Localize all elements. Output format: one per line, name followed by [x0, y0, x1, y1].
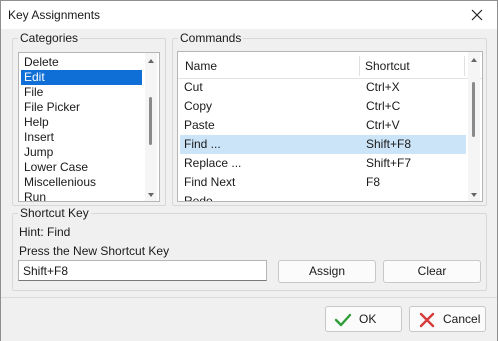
command-name: Cut: [184, 80, 203, 94]
command-row-selected[interactable]: Find ... Shift+F8: [180, 135, 466, 154]
category-item[interactable]: Delete: [21, 55, 142, 70]
command-row[interactable]: Copy Ctrl+C: [180, 97, 466, 116]
command-name: Find ...: [184, 137, 221, 151]
title-bar: Key Assignments: [1, 1, 497, 29]
command-shortcut: Ctrl+C: [366, 99, 401, 113]
clear-button-label: Clear: [417, 264, 447, 278]
shortcut-key-group: Shortcut Key Hint: Find Press the New Sh…: [12, 206, 487, 291]
column-header-name[interactable]: Name: [185, 59, 217, 73]
clear-button[interactable]: Clear: [383, 260, 481, 283]
scroll-down-icon[interactable]: [468, 189, 480, 199]
categories-group: Categories Delete Edit File File Picker …: [12, 31, 166, 206]
prompt-text: Press the New Shortcut Key: [19, 244, 170, 258]
category-item-selected[interactable]: Edit: [21, 70, 142, 85]
category-item[interactable]: File: [21, 85, 142, 100]
categories-scrollbar[interactable]: [145, 53, 157, 201]
commands-listview[interactable]: Name Shortcut Cut Ctrl+X Copy Ctrl+C Pas…: [177, 51, 483, 202]
ok-button-label: OK: [359, 312, 377, 326]
checkmark-icon: [334, 312, 352, 331]
categories-listbox[interactable]: Delete Edit File File Picker Help Insert…: [18, 52, 160, 202]
window-title: Key Assignments: [8, 8, 101, 22]
commands-scrollbar[interactable]: [468, 52, 480, 201]
scroll-up-icon[interactable]: [468, 54, 480, 64]
command-name: Find Next: [184, 175, 236, 189]
cancel-x-icon: [418, 312, 436, 331]
category-item[interactable]: Miscellenious: [21, 175, 142, 190]
column-header-shortcut[interactable]: Shortcut: [365, 59, 410, 73]
category-item[interactable]: Run: [21, 190, 142, 201]
key-assignments-dialog: Key Assignments Categories Delete Edit F…: [0, 0, 498, 341]
scroll-up-icon[interactable]: [145, 55, 157, 65]
command-row[interactable]: Cut Ctrl+X: [180, 78, 466, 97]
shortcut-input[interactable]: Shift+F8: [18, 260, 267, 281]
scrollbar-thumb[interactable]: [149, 97, 152, 145]
command-row[interactable]: Redo: [180, 192, 466, 202]
scroll-down-icon[interactable]: [145, 189, 157, 199]
dialog-footer: OK Cancel: [1, 297, 497, 341]
command-shortcut: Ctrl+V: [366, 118, 400, 132]
command-shortcut: Shift+F8: [366, 137, 412, 151]
command-shortcut: F8: [366, 175, 381, 189]
commands-label: Commands: [178, 31, 244, 45]
cancel-button-label: Cancel: [443, 312, 481, 326]
scrollbar-thumb[interactable]: [472, 82, 475, 137]
assign-button[interactable]: Assign: [278, 260, 376, 283]
ok-button[interactable]: OK: [325, 306, 402, 332]
assign-button-label: Assign: [308, 264, 346, 278]
cancel-button[interactable]: Cancel: [409, 306, 486, 332]
category-item[interactable]: Lower Case: [21, 160, 142, 175]
command-shortcut: Shift+F7: [366, 156, 412, 170]
hint-text: Hint: Find: [19, 225, 71, 239]
command-name: Paste: [184, 118, 215, 132]
category-item[interactable]: File Picker: [21, 100, 142, 115]
close-icon[interactable]: [467, 5, 487, 25]
command-name: Replace ...: [184, 156, 242, 170]
command-row[interactable]: Find Next F8: [180, 173, 466, 192]
command-row[interactable]: Paste Ctrl+V: [180, 116, 466, 135]
category-item[interactable]: Jump: [21, 145, 142, 160]
commands-group: Commands Name Shortcut Cut Ctrl+X Copy C…: [172, 31, 487, 206]
category-item[interactable]: Insert: [21, 130, 142, 145]
command-row[interactable]: Replace ... Shift+F7: [180, 154, 466, 173]
command-name: Copy: [184, 99, 213, 113]
command-shortcut: Ctrl+X: [366, 80, 400, 94]
column-separator[interactable]: [359, 56, 360, 76]
column-separator[interactable]: [464, 56, 465, 76]
commands-header: Name Shortcut: [178, 52, 482, 79]
command-name: Redo: [184, 194, 213, 202]
shortcut-key-label: Shortcut Key: [18, 206, 91, 220]
categories-label: Categories: [18, 31, 81, 45]
category-item[interactable]: Help: [21, 115, 142, 130]
